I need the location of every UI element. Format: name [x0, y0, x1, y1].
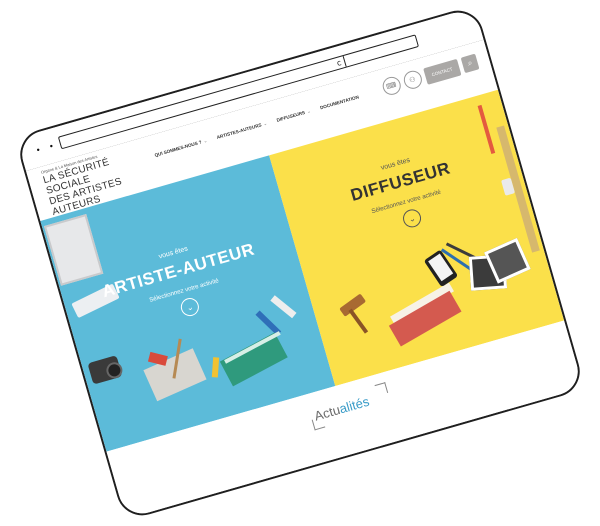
chevron-down-icon: ⌄	[306, 108, 312, 115]
paint-tube-illustration	[147, 351, 168, 366]
nav-item-documentation[interactable]: DOCUMENTATION	[319, 94, 359, 111]
nav-item-label: DOCUMENTATION	[319, 94, 360, 111]
paint-tube-illustration	[211, 357, 220, 378]
nav-item-artistes-auteurs[interactable]: ARTISTES-AUTEURS⌄	[216, 121, 268, 141]
address-bar-cursor: c	[335, 58, 343, 69]
chevron-down-icon: ⌄	[262, 120, 268, 127]
window-controls-icon[interactable]: • •	[35, 140, 58, 155]
contact-button[interactable]: CONTACT	[422, 58, 462, 85]
chevron-down-icon: ⌄	[202, 137, 208, 144]
browser-mockup: • • c Organe & La Maison des Artistes LA…	[14, 4, 586, 522]
paint-tube-illustration	[270, 295, 297, 319]
chevron-down-icon[interactable]: ⌄	[178, 295, 202, 319]
nav-item-label: DIFFUSEURS	[276, 109, 306, 123]
accessibility-keyboard-icon[interactable]: ⌨	[380, 74, 403, 98]
gavel-handle-illustration	[348, 308, 369, 334]
search-icon[interactable]: ⌕	[460, 53, 480, 74]
nav-item-diffuseurs[interactable]: DIFFUSEURS⌄	[276, 108, 312, 123]
bracket-decoration	[374, 382, 389, 396]
nav-item-label: ARTISTES-AUTEURS	[216, 122, 263, 140]
news-heading-part2: alités	[337, 393, 371, 417]
nav-item-label: QUI SOMMES-NOUS ?	[154, 139, 203, 158]
news-heading: Actualités	[313, 394, 371, 424]
chevron-down-icon[interactable]: ⌄	[400, 207, 424, 230]
account-icon[interactable]: ⚇	[401, 68, 424, 92]
address-bar-separator	[342, 55, 347, 67]
news-heading-part1: Actu	[312, 402, 342, 424]
nav-item-qui-sommes-nous[interactable]: QUI SOMMES-NOUS ?⌄	[154, 138, 208, 159]
